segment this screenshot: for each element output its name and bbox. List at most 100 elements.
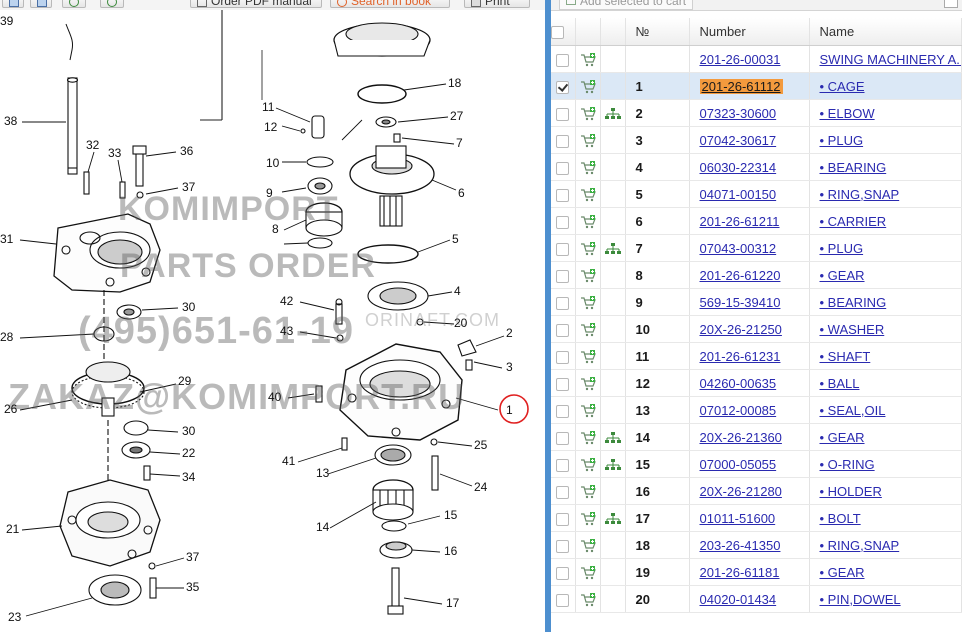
part-name-link[interactable]: • GEAR: [820, 430, 865, 445]
row-select-cell[interactable]: [551, 153, 576, 181]
add-to-cart-icon[interactable]: [580, 132, 596, 147]
part-number-link[interactable]: 203-26-41350: [700, 538, 781, 553]
callout-25[interactable]: 25: [474, 438, 487, 452]
table-row[interactable]: 11 201-26-61231 • SHAFT: [551, 342, 962, 370]
row-select-cell[interactable]: [551, 504, 576, 532]
part-number-link[interactable]: 201-26-61220: [700, 268, 781, 283]
row-select-cell[interactable]: [551, 45, 576, 73]
add-to-cart-cell[interactable]: [575, 504, 601, 532]
add-to-cart-cell[interactable]: [575, 207, 601, 235]
add-to-cart-icon[interactable]: [580, 483, 596, 498]
add-to-cart-icon[interactable]: [580, 267, 596, 282]
row-select-cell[interactable]: [551, 585, 576, 613]
row-select-cell[interactable]: [551, 342, 576, 370]
add-to-cart-icon[interactable]: [580, 78, 596, 93]
part-name-link[interactable]: • BALL: [820, 376, 860, 391]
part-name-link[interactable]: • SEAL,OIL: [820, 403, 886, 418]
callout-41[interactable]: 41: [282, 454, 295, 468]
row-select-cell[interactable]: [551, 99, 576, 127]
row-select-cell[interactable]: [551, 126, 576, 154]
row-select-cell[interactable]: [551, 477, 576, 505]
callout-7[interactable]: 7: [456, 136, 463, 150]
row-checkbox[interactable]: [556, 80, 570, 94]
add-to-cart-cell[interactable]: [575, 585, 601, 613]
callout-43[interactable]: 43: [280, 324, 293, 338]
table-row[interactable]: 2 07323-30600 • ELBOW: [551, 99, 962, 127]
callout-13[interactable]: 13: [316, 466, 329, 480]
callout-33[interactable]: 33: [108, 146, 121, 160]
callout-9[interactable]: 9: [266, 186, 273, 200]
add-to-cart-icon[interactable]: [580, 375, 596, 390]
callout-15[interactable]: 15: [444, 508, 457, 522]
table-row[interactable]: 1 201-26-61112 • CAGE: [551, 72, 962, 100]
callout-10[interactable]: 10: [266, 156, 279, 170]
add-to-cart-cell[interactable]: [575, 72, 601, 100]
add-to-cart-cell[interactable]: [575, 180, 601, 208]
add-to-cart-cell[interactable]: [575, 315, 601, 343]
panel-option-checkbox[interactable]: [944, 0, 958, 8]
part-name-link[interactable]: • BEARING: [820, 160, 887, 175]
row-checkbox[interactable]: [556, 296, 570, 310]
add-to-cart-icon[interactable]: [580, 402, 596, 417]
part-number-link[interactable]: 06030-22314: [700, 160, 777, 175]
row-checkbox[interactable]: [556, 161, 570, 175]
part-number-link[interactable]: 07043-00312: [700, 241, 777, 256]
row-checkbox[interactable]: [556, 323, 570, 337]
tree-cell[interactable]: [600, 234, 626, 262]
part-number-link[interactable]: 201-26-61112: [699, 78, 783, 94]
tree-cell[interactable]: [600, 423, 626, 451]
row-checkbox[interactable]: [556, 593, 570, 607]
row-checkbox[interactable]: [556, 512, 570, 526]
row-checkbox[interactable]: [556, 215, 570, 229]
callout-12[interactable]: 12: [264, 120, 277, 134]
callout-30[interactable]: 30: [182, 300, 195, 314]
add-to-cart-icon[interactable]: [580, 240, 596, 255]
part-number-link[interactable]: 04020-01434: [700, 592, 777, 607]
row-checkbox[interactable]: [556, 350, 570, 364]
select-all-header[interactable]: [551, 18, 576, 46]
part-name-link[interactable]: • SHAFT: [820, 349, 871, 364]
part-name-link[interactable]: • WASHER: [820, 322, 885, 337]
part-name-link[interactable]: SWING MACHINERY A...: [820, 52, 961, 67]
callout-29[interactable]: 29: [178, 374, 191, 388]
part-name-link[interactable]: • BEARING: [820, 295, 887, 310]
order-pdf-button[interactable]: Order PDF manual: [190, 0, 322, 8]
part-number-link[interactable]: 201-26-00031: [700, 52, 781, 67]
callout-3[interactable]: 3: [506, 360, 513, 374]
add-to-cart-cell[interactable]: [575, 423, 601, 451]
add-to-cart-cell[interactable]: [575, 153, 601, 181]
callout-27[interactable]: 27: [450, 109, 463, 123]
part-name-link[interactable]: • RING,SNAP: [820, 187, 900, 202]
sub-assembly-icon[interactable]: [604, 511, 621, 526]
row-checkbox[interactable]: [556, 377, 570, 391]
callout-21[interactable]: 21: [6, 522, 19, 536]
search-in-book-button[interactable]: Search in book: [330, 0, 450, 8]
add-to-cart-icon[interactable]: [580, 456, 596, 471]
row-select-cell[interactable]: [551, 396, 576, 424]
sub-assembly-icon[interactable]: [604, 457, 621, 472]
part-name-link[interactable]: • PLUG: [820, 133, 864, 148]
callout-11[interactable]: 11: [262, 100, 274, 114]
part-name-link[interactable]: • RING,SNAP: [820, 538, 900, 553]
table-row[interactable]: 16 20X-26-21280 • HOLDER: [551, 477, 962, 505]
callout-26[interactable]: 26: [4, 402, 17, 416]
add-to-cart-cell[interactable]: [575, 396, 601, 424]
part-number-link[interactable]: 01011-51600: [700, 511, 776, 526]
part-name-link[interactable]: • ELBOW: [820, 106, 875, 121]
part-name-link[interactable]: • PIN,DOWEL: [820, 592, 901, 607]
add-to-cart-cell[interactable]: [575, 288, 601, 316]
part-name-link[interactable]: • CAGE: [820, 79, 865, 94]
table-row[interactable]: 19 201-26-61181 • GEAR: [551, 558, 962, 586]
callout-31[interactable]: 31: [0, 232, 13, 246]
part-number-link[interactable]: 04071-00150: [700, 187, 777, 202]
add-to-cart-cell[interactable]: [575, 531, 601, 559]
part-number-link[interactable]: 07042-30617: [700, 133, 777, 148]
callout-4[interactable]: 4: [454, 284, 461, 298]
row-select-cell[interactable]: [551, 369, 576, 397]
add-to-cart-icon[interactable]: [580, 159, 596, 174]
callout-39[interactable]: 39: [0, 14, 13, 28]
add-to-cart-cell[interactable]: [575, 45, 601, 73]
row-select-cell[interactable]: [551, 261, 576, 289]
download-button[interactable]: [2, 0, 24, 8]
table-row[interactable]: 8 201-26-61220 • GEAR: [551, 261, 962, 289]
